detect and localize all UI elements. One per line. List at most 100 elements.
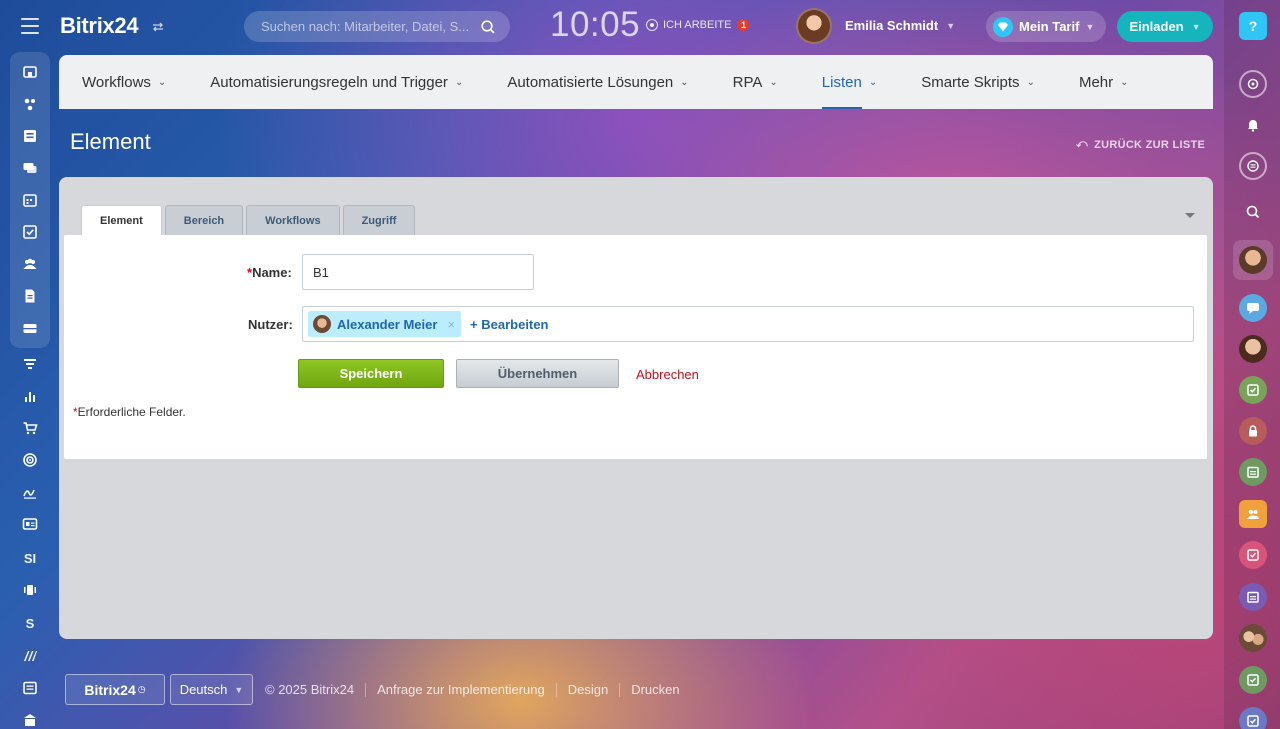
global-search[interactable] — [244, 11, 510, 42]
filter-icon[interactable] — [20, 354, 40, 374]
chat-avatar[interactable] — [1239, 335, 1267, 363]
users-field[interactable]: Alexander Meier × + Bearbeiten — [302, 306, 1194, 342]
menu-burger-icon[interactable] — [21, 18, 39, 34]
left-sidebar: SI S — [0, 0, 60, 729]
tab-section[interactable]: Bereich — [164, 205, 244, 235]
nav-label: RPA — [732, 73, 763, 91]
nav-label: Automatisierte Lösungen — [507, 73, 674, 91]
company-icon[interactable] — [20, 710, 40, 729]
task-chat-icon[interactable] — [1239, 541, 1267, 569]
marketing-icon[interactable] — [20, 646, 40, 666]
chevron-down-icon: ⌄ — [1026, 76, 1035, 88]
calendar-chat-icon[interactable] — [1239, 458, 1267, 486]
target-icon[interactable] — [20, 450, 40, 470]
contact-card-icon[interactable] — [20, 514, 40, 534]
remove-user-icon[interactable]: × — [447, 317, 455, 332]
calendar-chat-icon[interactable] — [1239, 583, 1267, 611]
divider — [555, 682, 557, 697]
analytics-icon[interactable] — [20, 386, 40, 406]
task-chat-icon[interactable] — [1239, 707, 1267, 729]
documents-icon[interactable] — [20, 286, 40, 306]
nav-lists[interactable]: Listen ⌄ — [821, 55, 877, 109]
tasks-icon[interactable] — [20, 222, 40, 242]
edit-users-link[interactable]: + Bearbeiten — [470, 317, 548, 332]
connections-icon[interactable] — [20, 94, 40, 114]
user-chip-name: Alexander Meier — [337, 316, 438, 332]
tab-access[interactable]: Zugriff — [342, 205, 416, 235]
nav-label: Smarte Skripts — [921, 73, 1020, 91]
footer-link-print[interactable]: Drucken — [631, 682, 679, 697]
help-button[interactable]: ? — [1239, 12, 1267, 40]
invite-label: Einladen — [1129, 19, 1184, 34]
calendar-icon[interactable] — [20, 190, 40, 210]
clock: 10:05 — [550, 5, 641, 44]
invite-button[interactable]: Einladen ▼ — [1117, 11, 1213, 42]
group-avatar[interactable] — [1239, 624, 1267, 652]
task-chat-icon[interactable] — [1239, 376, 1267, 404]
sidebar-item-si[interactable]: SI — [20, 548, 40, 568]
footer-links: © 2025 Bitrix24 Anfrage zur Implementier… — [265, 682, 680, 697]
chevron-down-icon: ⌄ — [157, 76, 167, 88]
nav-rpa[interactable]: RPA ⌄ — [733, 55, 778, 109]
language-selector[interactable]: Deutsch ▼ — [170, 674, 253, 705]
employees-icon[interactable] — [20, 254, 40, 274]
diamond-icon — [993, 16, 1013, 37]
work-status-label: ICH ARBEITE — [663, 19, 732, 31]
search-input[interactable] — [261, 19, 480, 34]
home-icon[interactable] — [20, 62, 40, 82]
nav-more[interactable]: Mehr ⌄ — [1079, 55, 1129, 109]
vibe-icon[interactable] — [20, 580, 40, 600]
tariff-button[interactable]: Mein Tarif ▼ — [986, 11, 1106, 42]
user-menu[interactable]: Emilia Schmidt ▼ — [845, 18, 955, 33]
footer-logo-button[interactable]: Bitrix24 ◷ — [65, 674, 165, 705]
work-status-badge: 1 — [737, 19, 750, 31]
language-label: Deutsch — [179, 682, 228, 697]
back-to-list-link[interactable]: ⤺ ZURÜCK ZUR LISTE — [1076, 138, 1205, 151]
chat-avatar[interactable] — [1239, 246, 1267, 274]
task-chat-icon[interactable] — [1239, 666, 1267, 694]
users-label: Nutzer: — [248, 317, 293, 332]
nav-workflows[interactable]: Workflows ⌄ — [82, 55, 166, 109]
sidebar-item-s[interactable]: S — [20, 613, 40, 633]
nav-automated-solutions[interactable]: Automatisierte Lösungen ⌄ — [507, 55, 688, 109]
record-icon — [646, 19, 658, 31]
messenger-icon[interactable] — [1239, 152, 1267, 180]
right-sidebar: ? — [1224, 0, 1280, 729]
notifications-bell-icon[interactable] — [1239, 111, 1267, 139]
user-chip[interactable]: Alexander Meier × — [308, 311, 462, 337]
tab-element[interactable]: Element — [81, 205, 162, 235]
group-chat-icon[interactable] — [1239, 294, 1267, 322]
save-button[interactable]: Speichern — [298, 359, 444, 388]
nav-label: Listen — [821, 73, 862, 91]
nav-smart-scripts[interactable]: Smarte Skripts ⌄ — [921, 55, 1035, 109]
user-avatar[interactable] — [796, 8, 832, 44]
footer-link-design[interactable]: Design — [568, 682, 608, 697]
signature-icon[interactable] — [20, 482, 40, 502]
chevron-down-icon: ⌄ — [454, 76, 464, 88]
nav-automation-rules[interactable]: Automatisierungsregeln und Trigger ⌄ — [210, 55, 463, 109]
logo-settings-icon[interactable] — [151, 20, 165, 34]
work-status[interactable]: ICH ARBEITE 1 — [646, 19, 750, 31]
timeman-icon[interactable] — [1239, 70, 1267, 98]
element-form: *Name: Nutzer: Alexander Meier × + Bearb… — [64, 235, 1207, 459]
search-icon[interactable] — [1239, 198, 1267, 226]
apply-button[interactable]: Übernehmen — [456, 359, 619, 388]
inbox-icon[interactable] — [20, 318, 40, 338]
feed-icon[interactable] — [20, 126, 40, 146]
group-icon[interactable] — [1239, 500, 1267, 528]
chevron-down-icon: ▼ — [234, 684, 244, 695]
top-nav: Workflows ⌄ Automatisierungsregeln und Tr… — [59, 55, 1213, 109]
collapse-arrow-icon[interactable] — [1185, 213, 1195, 218]
search-icon[interactable] — [480, 19, 496, 35]
app-logo[interactable]: Bitrix24 — [60, 13, 139, 39]
tab-bar: Element Bereich Workflows Zugriff — [81, 205, 416, 235]
name-field[interactable] — [302, 254, 534, 290]
checklist-icon[interactable] — [20, 678, 40, 698]
lock-icon[interactable] — [1239, 417, 1267, 445]
shop-cart-icon[interactable] — [20, 418, 40, 438]
tab-workflows[interactable]: Workflows — [246, 205, 340, 235]
back-arrow-icon: ⤺ — [1076, 138, 1089, 150]
cancel-link[interactable]: Abbrechen — [636, 367, 699, 382]
chat-icon[interactable] — [20, 158, 40, 178]
footer-link-implementation[interactable]: Anfrage zur Implementierung — [377, 682, 545, 697]
